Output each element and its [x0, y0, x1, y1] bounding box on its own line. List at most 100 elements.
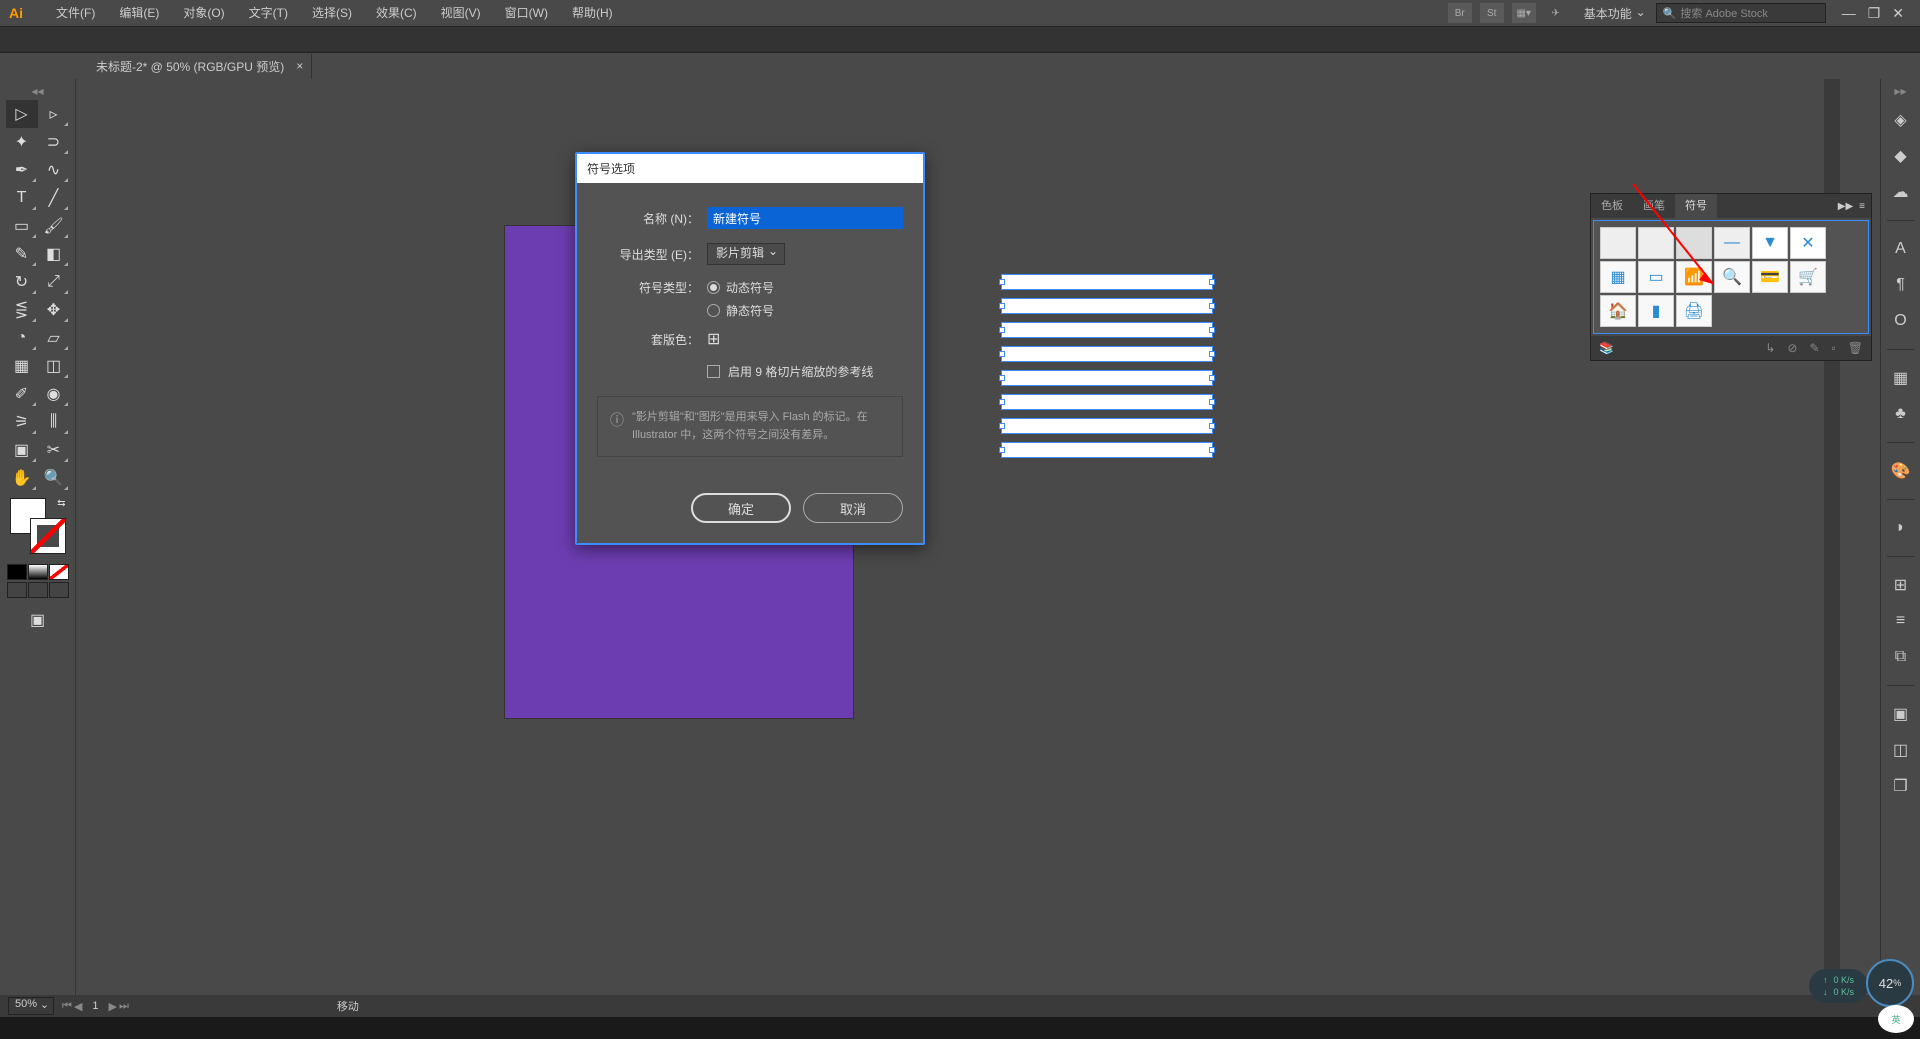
mesh-tool[interactable]: ▦ — [6, 352, 38, 380]
symbol-item[interactable] — [1638, 227, 1674, 259]
draw-behind[interactable] — [28, 582, 48, 598]
stock-icon[interactable]: St — [1480, 3, 1504, 23]
symbol-item-close[interactable]: ✕ — [1790, 227, 1826, 259]
blend-tool[interactable]: ◉ — [38, 380, 70, 408]
transform-panel-icon[interactable]: ⊞ — [1889, 573, 1913, 597]
panel-menu-icon[interactable]: ≡ — [1859, 201, 1865, 212]
selected-object[interactable] — [1001, 274, 1213, 290]
menu-effect[interactable]: 效果(C) — [364, 0, 429, 26]
export-type-select[interactable]: 影片剪辑 — [707, 243, 785, 265]
menu-object[interactable]: 对象(O) — [171, 0, 236, 26]
artboard-number[interactable]: 1 — [84, 1000, 106, 1013]
column-graph-tool[interactable]: ⫼ — [38, 408, 70, 436]
color-panel-icon[interactable]: 🎨 — [1889, 459, 1913, 483]
fill-stroke-control[interactable]: ⇆ — [10, 498, 66, 554]
menu-help[interactable]: 帮助(H) — [560, 0, 625, 26]
width-tool[interactable]: ⋚ — [6, 296, 38, 324]
type-tool[interactable]: T — [6, 184, 38, 212]
gradient-swatch[interactable] — [28, 564, 48, 580]
selected-object[interactable] — [1001, 394, 1213, 410]
maximize-button[interactable]: ❐ — [1868, 5, 1881, 22]
gradient-tool[interactable]: ◫ — [38, 352, 70, 380]
color-swatch[interactable] — [7, 564, 27, 580]
menu-file[interactable]: 文件(F) — [44, 0, 107, 26]
draw-inside[interactable] — [49, 582, 69, 598]
selected-object[interactable] — [1001, 346, 1213, 362]
panel-tab-brushes[interactable]: 画笔 — [1633, 194, 1675, 218]
rotate-tool[interactable]: ↻ — [6, 268, 38, 296]
symbol-item-calendar[interactable]: ▦ — [1600, 261, 1636, 293]
toolbox-handle-icon[interactable]: ◀◀ — [31, 87, 43, 96]
symbols-panel-icon[interactable]: ♣ — [1889, 402, 1913, 426]
zoom-tool[interactable]: 🔍 — [38, 464, 70, 492]
selected-object[interactable] — [1001, 418, 1213, 434]
document-tab[interactable]: 未标题-2* @ 50% (RGB/GPU 预览) × — [88, 54, 312, 79]
none-swatch[interactable] — [49, 564, 69, 580]
align-panel-icon[interactable]: ≡ — [1889, 609, 1913, 633]
selection-tool[interactable]: ▷ — [6, 100, 38, 128]
symbol-name-input[interactable] — [707, 207, 903, 229]
draw-normal[interactable] — [7, 582, 27, 598]
rectangle-tool[interactable]: ▭ — [6, 212, 38, 240]
magic-wand-tool[interactable]: ✦ — [6, 128, 38, 156]
stroke-swatch[interactable] — [30, 518, 66, 554]
dialog-title[interactable]: 符号选项 — [577, 154, 923, 183]
first-artboard-icon[interactable]: ⏮ — [62, 1000, 72, 1013]
symbol-item[interactable]: — — [1714, 227, 1750, 259]
nine-slice-checkbox[interactable] — [707, 365, 720, 378]
shaper-tool[interactable]: ✎ — [6, 240, 38, 268]
curvature-tool[interactable]: ∿ — [38, 156, 70, 184]
panel-tab-swatches[interactable]: 色板 — [1591, 194, 1633, 218]
artboards-panel-icon[interactable]: ▣ — [1889, 702, 1913, 726]
bridge-icon[interactable]: Br — [1448, 3, 1472, 23]
pen-tool[interactable]: ✒ — [6, 156, 38, 184]
symbol-options-icon[interactable]: ✎ — [1809, 341, 1819, 355]
symbol-item-window[interactable]: ▭ — [1638, 261, 1674, 293]
links-panel-icon[interactable]: ❐ — [1889, 774, 1913, 798]
symbol-item[interactable] — [1676, 227, 1712, 259]
cancel-button[interactable]: 取消 — [803, 493, 903, 523]
symbol-item[interactable] — [1600, 227, 1636, 259]
new-symbol-icon[interactable]: ▫ — [1832, 341, 1836, 355]
workspace-switcher[interactable]: 基本功能 — [1576, 3, 1648, 24]
search-stock-input[interactable]: 🔍 搜索 Adobe Stock — [1656, 3, 1826, 23]
last-artboard-icon[interactable]: ⏭ — [119, 1000, 129, 1013]
static-radio[interactable] — [707, 304, 720, 317]
lasso-tool[interactable]: ⊃ — [38, 128, 70, 156]
character-panel-icon[interactable]: A — [1889, 237, 1913, 261]
selected-object[interactable] — [1001, 322, 1213, 338]
symbol-item-print[interactable]: 🖨 — [1676, 295, 1712, 327]
opentype-panel-icon[interactable]: O — [1889, 309, 1913, 333]
symbol-item-dropdown[interactable]: ▼ — [1752, 227, 1788, 259]
next-artboard-icon[interactable]: ▶ — [109, 1000, 117, 1013]
symbol-item-cart[interactable]: 🛒 — [1790, 261, 1826, 293]
line-tool[interactable]: ╱ — [38, 184, 70, 212]
properties-panel-icon[interactable]: ◈ — [1889, 108, 1913, 132]
selected-object[interactable] — [1001, 298, 1213, 314]
selected-object[interactable] — [1001, 442, 1213, 458]
minimize-button[interactable]: — — [1842, 5, 1856, 22]
prev-artboard-icon[interactable]: ◀ — [74, 1000, 82, 1013]
artboard-tool[interactable]: ▣ — [6, 436, 38, 464]
screen-mode-tool[interactable]: ▣ — [22, 606, 54, 634]
libraries-panel-icon[interactable]: ☁ — [1889, 180, 1913, 204]
eyedropper-tool[interactable]: ✐ — [6, 380, 38, 408]
delete-symbol-icon[interactable]: 🗑 — [1848, 341, 1863, 355]
swap-fill-stroke-icon[interactable]: ⇆ — [57, 498, 65, 509]
close-tab-icon[interactable]: × — [296, 59, 303, 73]
shape-builder-tool[interactable]: ◔ — [6, 324, 38, 352]
dynamic-radio[interactable] — [707, 281, 720, 294]
place-symbol-icon[interactable]: ↳ — [1765, 341, 1775, 355]
eraser-tool[interactable]: ◧ — [38, 240, 70, 268]
selected-object[interactable] — [1001, 370, 1213, 386]
pathfinder-panel-icon[interactable]: ⧉ — [1889, 645, 1913, 669]
symbol-item-rss[interactable]: 📶 — [1676, 261, 1712, 293]
menu-edit[interactable]: 编辑(E) — [107, 0, 171, 26]
free-transform-tool[interactable]: ✥ — [38, 296, 70, 324]
gpu-icon[interactable]: ✈ — [1544, 3, 1568, 23]
zoom-select[interactable]: 50% — [8, 997, 54, 1015]
ok-button[interactable]: 确定 — [691, 493, 791, 523]
paintbrush-tool[interactable]: 🖌 — [38, 212, 70, 240]
symbol-library-icon[interactable]: 📚 — [1599, 341, 1614, 355]
dock-handle-icon[interactable]: ▶▶ — [1894, 87, 1906, 96]
